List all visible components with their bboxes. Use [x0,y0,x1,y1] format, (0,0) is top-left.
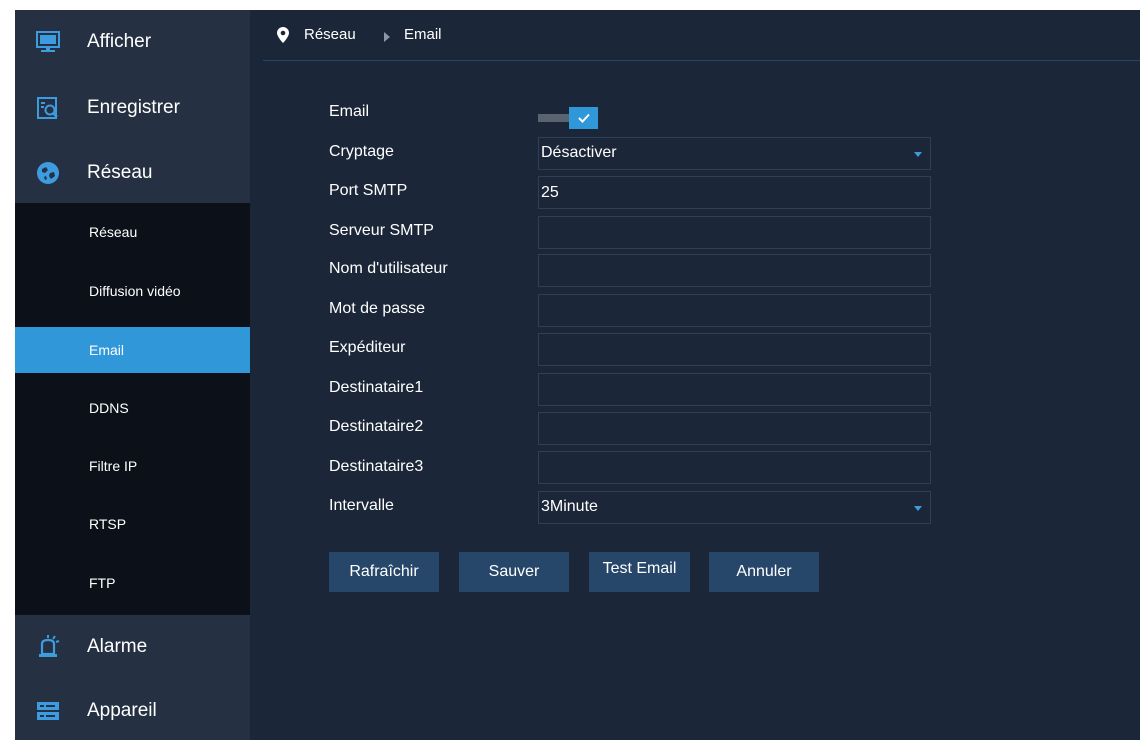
device-storage-icon [35,698,61,724]
sidebar-item-label: Alarme [87,636,148,657]
email-toggle[interactable] [538,107,610,129]
sidebar-item-appareil[interactable]: Appareil [15,679,250,743]
test-email-button[interactable]: Test Email [589,552,690,592]
breadcrumb-parent[interactable]: Réseau [304,26,356,43]
sidebar-item-enregistrer[interactable]: Enregistrer [15,76,250,140]
submenu-item-ftp[interactable]: FTP [15,560,250,606]
location-pin-icon [277,27,289,48]
submenu: Réseau Diffusion vidéo Email DDNS Filtre… [15,203,250,615]
breadcrumb-current: Email [404,26,442,43]
cryptage-value: Désactiver [541,144,617,161]
destinataire3-label: Destinataire3 [329,458,424,475]
dropdown-caret-icon [914,152,922,157]
email-label: Email [329,103,370,120]
sidebar-item-label: Afficher [87,31,152,52]
mot-de-passe-input[interactable] [538,294,931,327]
sidebar-item-label: Appareil [87,700,157,721]
expediteur-input[interactable] [538,333,931,366]
chevron-right-icon [383,29,391,47]
cancel-button[interactable]: Annuler [709,552,819,592]
destinataire2-label: Destinataire2 [329,418,424,435]
sidebar-item-reseau[interactable]: Réseau [15,141,250,205]
submenu-item-label: Email [89,342,125,358]
submenu-item-filtre-ip[interactable]: Filtre IP [15,443,250,489]
submenu-item-rtsp[interactable]: RTSP [15,501,250,547]
destinataire2-input[interactable] [538,412,931,445]
submenu-item-diffusion-video[interactable]: Diffusion vidéo [15,268,250,314]
intervalle-select[interactable]: 3Minute [538,491,931,524]
sidebar-item-label: Réseau [87,162,153,183]
cryptage-select[interactable]: Désactiver [538,137,931,170]
alarm-bell-icon [35,634,61,660]
refresh-button[interactable]: Rafraîchir [329,552,439,592]
checkmark-icon [569,107,598,129]
submenu-item-ddns[interactable]: DDNS [15,385,250,431]
port-smtp-input[interactable] [538,176,931,209]
sidebar-item-label: Enregistrer [87,97,180,118]
submenu-item-email[interactable]: Email [15,327,250,373]
sidebar: Afficher Enregistrer Réseau Réseau Diffu… [15,10,250,740]
submenu-item-label: DDNS [89,400,129,416]
monitor-icon [35,29,61,55]
expediteur-label: Expéditeur [329,339,406,356]
dropdown-caret-icon [914,506,922,511]
sidebar-item-alarme[interactable]: Alarme [15,615,250,679]
breadcrumb: Réseau Email [263,10,1140,61]
intervalle-value: 3Minute [541,498,598,515]
nom-utilisateur-input[interactable] [538,254,931,287]
serveur-smtp-input[interactable] [538,216,931,249]
submenu-item-label: Filtre IP [89,458,138,474]
app-window: Afficher Enregistrer Réseau Réseau Diffu… [15,10,1140,740]
sidebar-item-afficher[interactable]: Afficher [15,10,250,74]
destinataire1-label: Destinataire1 [329,379,424,396]
submenu-item-reseau[interactable]: Réseau [15,209,250,255]
network-globe-icon [35,160,61,186]
port-smtp-label: Port SMTP [329,182,408,199]
submenu-item-label: Réseau [89,224,138,240]
destinataire3-input[interactable] [538,451,931,484]
destinataire1-input[interactable] [538,373,931,406]
cryptage-label: Cryptage [329,143,394,160]
record-search-icon [35,95,61,121]
mot-de-passe-label: Mot de passe [329,300,426,317]
submenu-item-label: RTSP [89,516,127,532]
submenu-item-label: Diffusion vidéo [89,283,181,299]
submenu-item-label: FTP [89,575,116,591]
serveur-smtp-label: Serveur SMTP [329,222,434,239]
nom-utilisateur-label: Nom d'utilisateur [329,260,448,277]
intervalle-label: Intervalle [329,497,394,514]
save-button[interactable]: Sauver [459,552,569,592]
